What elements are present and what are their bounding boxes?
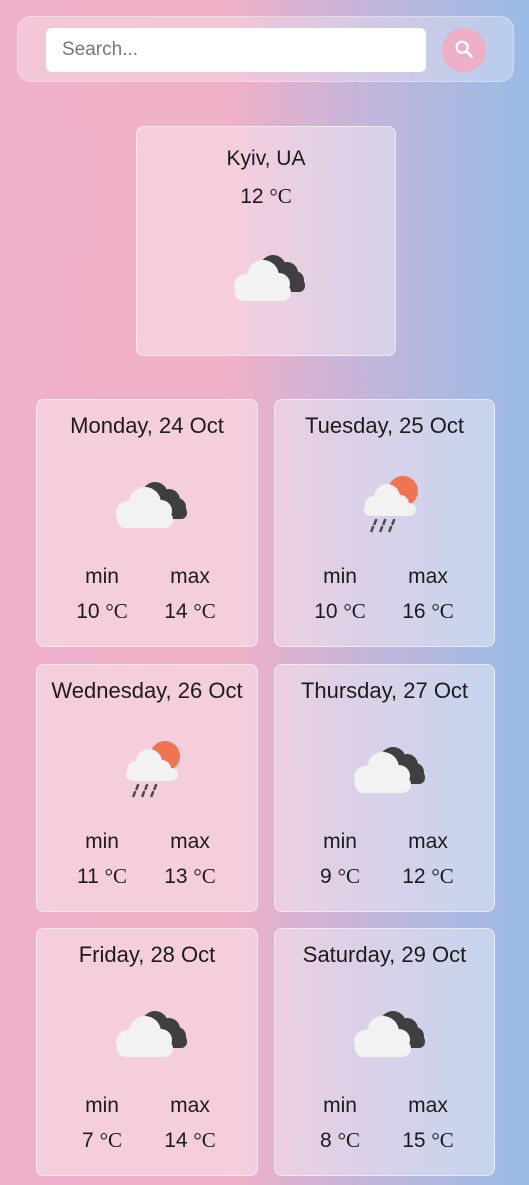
search-bar (17, 16, 514, 82)
min-temperature: 9 °C (320, 864, 360, 888)
min-label: min (85, 830, 119, 853)
min-label: min (323, 565, 357, 588)
forecast-day-title: Tuesday, 25 Oct (305, 413, 464, 438)
search-button[interactable] (442, 28, 486, 72)
min-label: min (323, 830, 357, 853)
min-label: min (323, 1094, 357, 1117)
forecast-card-day-6: Saturday, 29 Oct min max 8 °C 15 °C (274, 928, 495, 1176)
min-label: min (85, 565, 119, 588)
sun-rain-icon (351, 474, 431, 533)
max-label: max (408, 830, 448, 853)
cloudy-icon (109, 478, 189, 534)
forecast-card-day-4: Thursday, 27 Oct min max 9 °C 12 °C (274, 664, 495, 912)
min-temperature: 8 °C (320, 1128, 360, 1152)
cloudy-icon (109, 1007, 189, 1063)
forecast-day-title: Thursday, 27 Oct (300, 678, 469, 703)
forecast-card-day-5: Friday, 28 Oct min max 7 °C 14 °C (36, 928, 258, 1176)
min-label: min (85, 1094, 119, 1117)
forecast-card-day-1: Monday, 24 Oct min max 10 °C 14 °C (36, 399, 258, 647)
max-label: max (170, 830, 210, 853)
cloudy-icon (347, 1007, 427, 1063)
max-temperature: 15 °C (402, 1128, 454, 1152)
min-temperature: 11 °C (76, 864, 128, 888)
cloudy-icon (227, 251, 307, 303)
forecast-day-title: Monday, 24 Oct (70, 413, 224, 438)
max-temperature: 14 °C (164, 1128, 216, 1152)
max-label: max (408, 1094, 448, 1117)
search-input[interactable] (46, 28, 426, 72)
max-temperature: 16 °C (402, 599, 454, 623)
max-temperature: 14 °C (164, 599, 216, 623)
current-location: Kyiv, UA (226, 147, 306, 170)
forecast-day-title: Friday, 28 Oct (78, 942, 216, 967)
max-temperature: 12 °C (402, 864, 454, 888)
sun-rain-icon (113, 739, 193, 798)
current-weather-card: Kyiv, UA 12 °C (136, 126, 396, 356)
min-temperature: 10 °C (76, 599, 128, 623)
forecast-card-day-2: Tuesday, 25 Oct min max 10 °C 16 °C (274, 399, 495, 647)
forecast-card-day-3: Wednesday, 26 Oct min max 11 °C 13 °C (36, 664, 258, 912)
cloudy-icon (347, 743, 427, 799)
forecast-day-title: Saturday, 29 Oct (302, 942, 467, 967)
current-temperature: 12 °C (240, 184, 292, 208)
forecast-day-title: Wednesday, 26 Oct (51, 678, 243, 703)
min-temperature: 7 °C (82, 1128, 122, 1152)
search-icon (453, 38, 475, 63)
max-label: max (170, 565, 210, 588)
max-temperature: 13 °C (164, 864, 216, 888)
max-label: max (408, 565, 448, 588)
max-label: max (170, 1094, 210, 1117)
min-temperature: 10 °C (314, 599, 366, 623)
